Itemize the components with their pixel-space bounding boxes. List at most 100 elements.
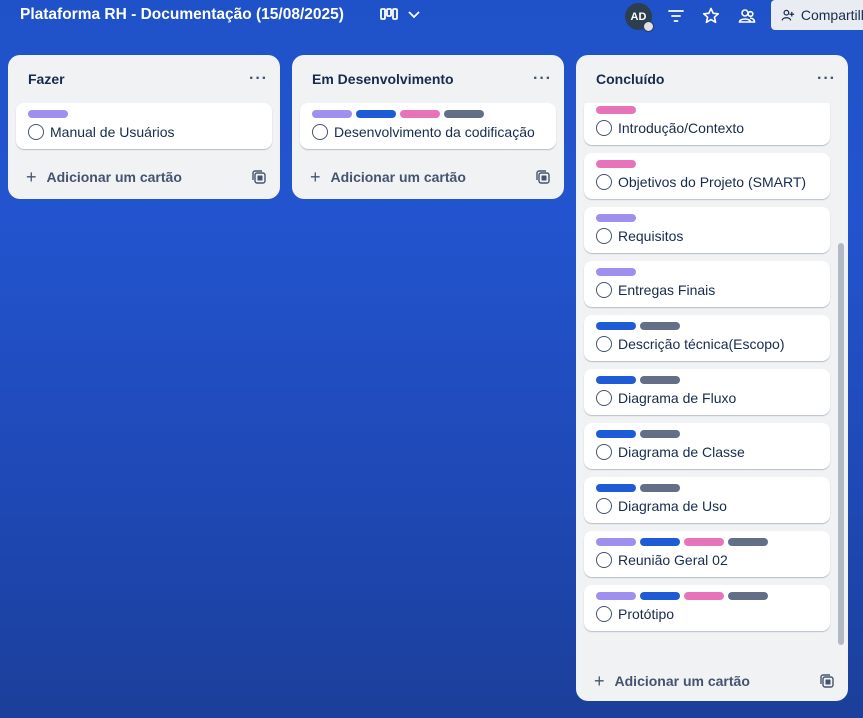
card[interactable]: Diagrama de Classe: [584, 423, 830, 469]
list-title[interactable]: Em Desenvolvimento: [312, 71, 454, 87]
card-complete-checkbox[interactable]: [596, 336, 612, 352]
card-complete-checkbox[interactable]: [28, 124, 44, 140]
card-complete-checkbox[interactable]: [596, 120, 612, 136]
label-gray[interactable]: [728, 538, 768, 546]
card-labels: [312, 110, 544, 118]
card-complete-checkbox[interactable]: [596, 498, 612, 514]
scrollbar-thumb[interactable]: [838, 243, 844, 645]
card-complete-checkbox[interactable]: [312, 124, 328, 140]
filter-icon[interactable]: [666, 6, 686, 26]
label-blue[interactable]: [596, 322, 636, 330]
card-complete-checkbox[interactable]: [596, 552, 612, 568]
list-fazer: Fazer ··· Manual de Usuários + Adicionar…: [8, 55, 280, 199]
card-title: Objetivos do Projeto (SMART): [618, 174, 807, 190]
card-complete-checkbox[interactable]: [596, 390, 612, 406]
label-purple[interactable]: [596, 268, 636, 276]
card-complete-checkbox[interactable]: [596, 606, 612, 622]
card-title: Diagrama de Classe: [618, 444, 745, 460]
add-card-button[interactable]: + Adicionar um cartão: [26, 168, 182, 186]
label-gray[interactable]: [444, 110, 484, 118]
card-row: Introdução/Contexto: [596, 120, 818, 136]
card-complete-checkbox[interactable]: [596, 174, 612, 190]
label-pink[interactable]: [684, 538, 724, 546]
create-from-template-icon[interactable]: [536, 170, 550, 184]
list-title[interactable]: Fazer: [28, 71, 65, 87]
card-row: Desenvolvimento da codificação: [312, 124, 544, 140]
list-menu-button[interactable]: ···: [249, 70, 268, 88]
label-purple[interactable]: [596, 538, 636, 546]
card-labels: [596, 268, 818, 276]
card[interactable]: Diagrama de Fluxo: [584, 369, 830, 415]
label-purple[interactable]: [596, 214, 636, 222]
share-button[interactable]: Compartilhar: [771, 0, 863, 30]
card-row: Protótipo: [596, 606, 818, 622]
card-labels: [596, 484, 818, 492]
list-concluido: Concluído ··· Introdução/Contexto Objetiv…: [576, 55, 848, 701]
label-blue[interactable]: [640, 538, 680, 546]
card-list: Desenvolvimento da codificação: [292, 103, 564, 149]
visibility-team-icon[interactable]: [737, 6, 757, 26]
board-title[interactable]: Plataforma RH - Documentação (15/08/2025…: [20, 6, 344, 24]
list-title[interactable]: Concluído: [596, 71, 664, 87]
label-pink[interactable]: [400, 110, 440, 118]
label-blue[interactable]: [596, 376, 636, 384]
card[interactable]: Diagrama de Uso: [584, 477, 830, 523]
avatar[interactable]: AD: [625, 3, 654, 32]
card-title: Diagrama de Fluxo: [618, 390, 737, 406]
add-card-button[interactable]: + Adicionar um cartão: [594, 672, 750, 690]
share-button-label: Compartilhar: [800, 7, 863, 23]
card[interactable]: Objetivos do Projeto (SMART): [584, 153, 830, 199]
card[interactable]: Introdução/Contexto: [584, 103, 830, 145]
label-pink[interactable]: [596, 106, 636, 114]
card-scroll-area[interactable]: Introdução/Contexto Objetivos do Projeto …: [576, 103, 848, 656]
avatar-initials: AD: [630, 10, 647, 23]
card[interactable]: Reunião Geral 02: [584, 531, 830, 577]
label-purple[interactable]: [28, 110, 68, 118]
label-gray[interactable]: [640, 376, 680, 384]
label-gray[interactable]: [640, 430, 680, 438]
card[interactable]: Requisitos: [584, 207, 830, 253]
card-title: Introdução/Contexto: [618, 120, 745, 136]
card-title: Protótipo: [618, 606, 675, 622]
list-menu-button[interactable]: ···: [817, 70, 836, 88]
label-gray[interactable]: [640, 484, 680, 492]
list-menu-button[interactable]: ···: [533, 70, 552, 88]
label-purple[interactable]: [312, 110, 352, 118]
card-complete-checkbox[interactable]: [596, 228, 612, 244]
card-labels: [596, 538, 818, 546]
card-complete-checkbox[interactable]: [596, 282, 612, 298]
label-gray[interactable]: [728, 592, 768, 600]
star-icon[interactable]: [701, 6, 721, 26]
card[interactable]: Protótipo: [584, 585, 830, 631]
label-purple[interactable]: [596, 592, 636, 600]
plus-icon: +: [594, 671, 605, 691]
label-blue[interactable]: [356, 110, 396, 118]
card-complete-checkbox[interactable]: [596, 444, 612, 460]
card[interactable]: Entregas Finais: [584, 261, 830, 307]
add-card-button[interactable]: + Adicionar um cartão: [310, 168, 466, 186]
label-gray[interactable]: [640, 322, 680, 330]
card-labels: [28, 110, 260, 118]
card-row: Manual de Usuários: [28, 124, 260, 140]
plus-icon: +: [310, 167, 321, 187]
label-pink[interactable]: [684, 592, 724, 600]
scrollbar[interactable]: [837, 103, 844, 653]
card-labels: [596, 322, 818, 330]
card[interactable]: Descrição técnica(Escopo): [584, 315, 830, 361]
card-row: Reunião Geral 02: [596, 552, 818, 568]
add-card-label: Adicionar um cartão: [46, 169, 182, 185]
card-list: Manual de Usuários: [8, 103, 280, 149]
label-blue[interactable]: [640, 592, 680, 600]
label-blue[interactable]: [596, 484, 636, 492]
board-view-switcher[interactable]: [380, 4, 432, 26]
create-from-template-icon[interactable]: [820, 674, 834, 688]
card-row: Diagrama de Fluxo: [596, 390, 818, 406]
card[interactable]: Desenvolvimento da codificação: [300, 103, 556, 149]
card-row: Diagrama de Uso: [596, 498, 818, 514]
card-title: Desenvolvimento da codificação: [334, 124, 535, 140]
card[interactable]: Manual de Usuários: [16, 103, 272, 149]
create-from-template-icon[interactable]: [252, 170, 266, 184]
label-pink[interactable]: [596, 160, 636, 168]
label-blue[interactable]: [596, 430, 636, 438]
card-row: Requisitos: [596, 228, 818, 244]
